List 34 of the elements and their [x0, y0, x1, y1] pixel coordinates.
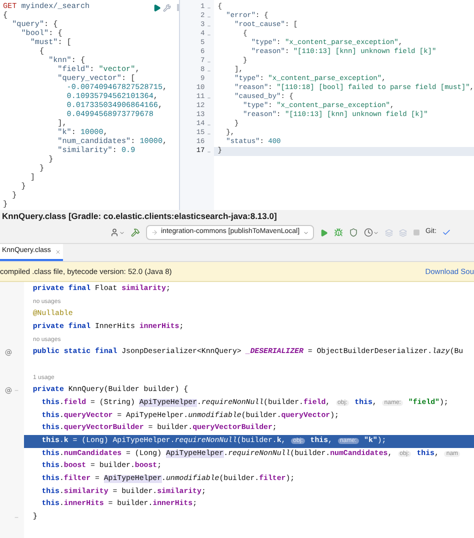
- layers-icon[interactable]: [398, 228, 407, 236]
- fold-icon[interactable]: [14, 388, 19, 394]
- arrow-icon: [151, 229, 158, 236]
- resize-handle[interactable]: [176, 4, 179, 11]
- fold-icon[interactable]: [206, 24, 211, 28]
- clock-icon[interactable]: [364, 228, 373, 237]
- fold-icon[interactable]: [206, 96, 211, 100]
- fold-icon[interactable]: [206, 68, 211, 72]
- hammer-icon[interactable]: [131, 228, 140, 237]
- fold-icon[interactable]: [206, 6, 211, 10]
- fold-icon[interactable]: [14, 515, 19, 520]
- window-title: KnnQuery.class [Gradle: co.elastic.clients:elasticsearch-java:8.13.0]: [0, 210, 474, 222]
- at-icon[interactable]: [5, 349, 12, 356]
- caret-icon[interactable]: [119, 230, 125, 236]
- run-icon[interactable]: [320, 228, 328, 236]
- caret-icon[interactable]: [372, 230, 379, 236]
- at-icon[interactable]: [5, 387, 12, 394]
- bug-icon[interactable]: [334, 228, 343, 237]
- wrench-icon[interactable]: [162, 4, 171, 12]
- stop-icon[interactable]: [412, 229, 420, 236]
- fold-icon[interactable]: [206, 150, 211, 154]
- check-icon[interactable]: [442, 228, 452, 237]
- fold-icon[interactable]: [206, 60, 211, 64]
- play-icon[interactable]: [152, 4, 161, 12]
- fold-icon[interactable]: [206, 32, 211, 36]
- person-icon[interactable]: [110, 228, 119, 237]
- fold-icon[interactable]: [206, 122, 211, 126]
- request-editor[interactable]: [0, 0, 180, 210]
- close-icon[interactable]: [54, 248, 61, 254]
- shield-icon[interactable]: [348, 228, 358, 237]
- fold-icon[interactable]: [206, 132, 211, 136]
- fold-icon[interactable]: [206, 14, 211, 18]
- layers-icon[interactable]: [384, 228, 393, 236]
- caret-icon: [302, 230, 309, 236]
